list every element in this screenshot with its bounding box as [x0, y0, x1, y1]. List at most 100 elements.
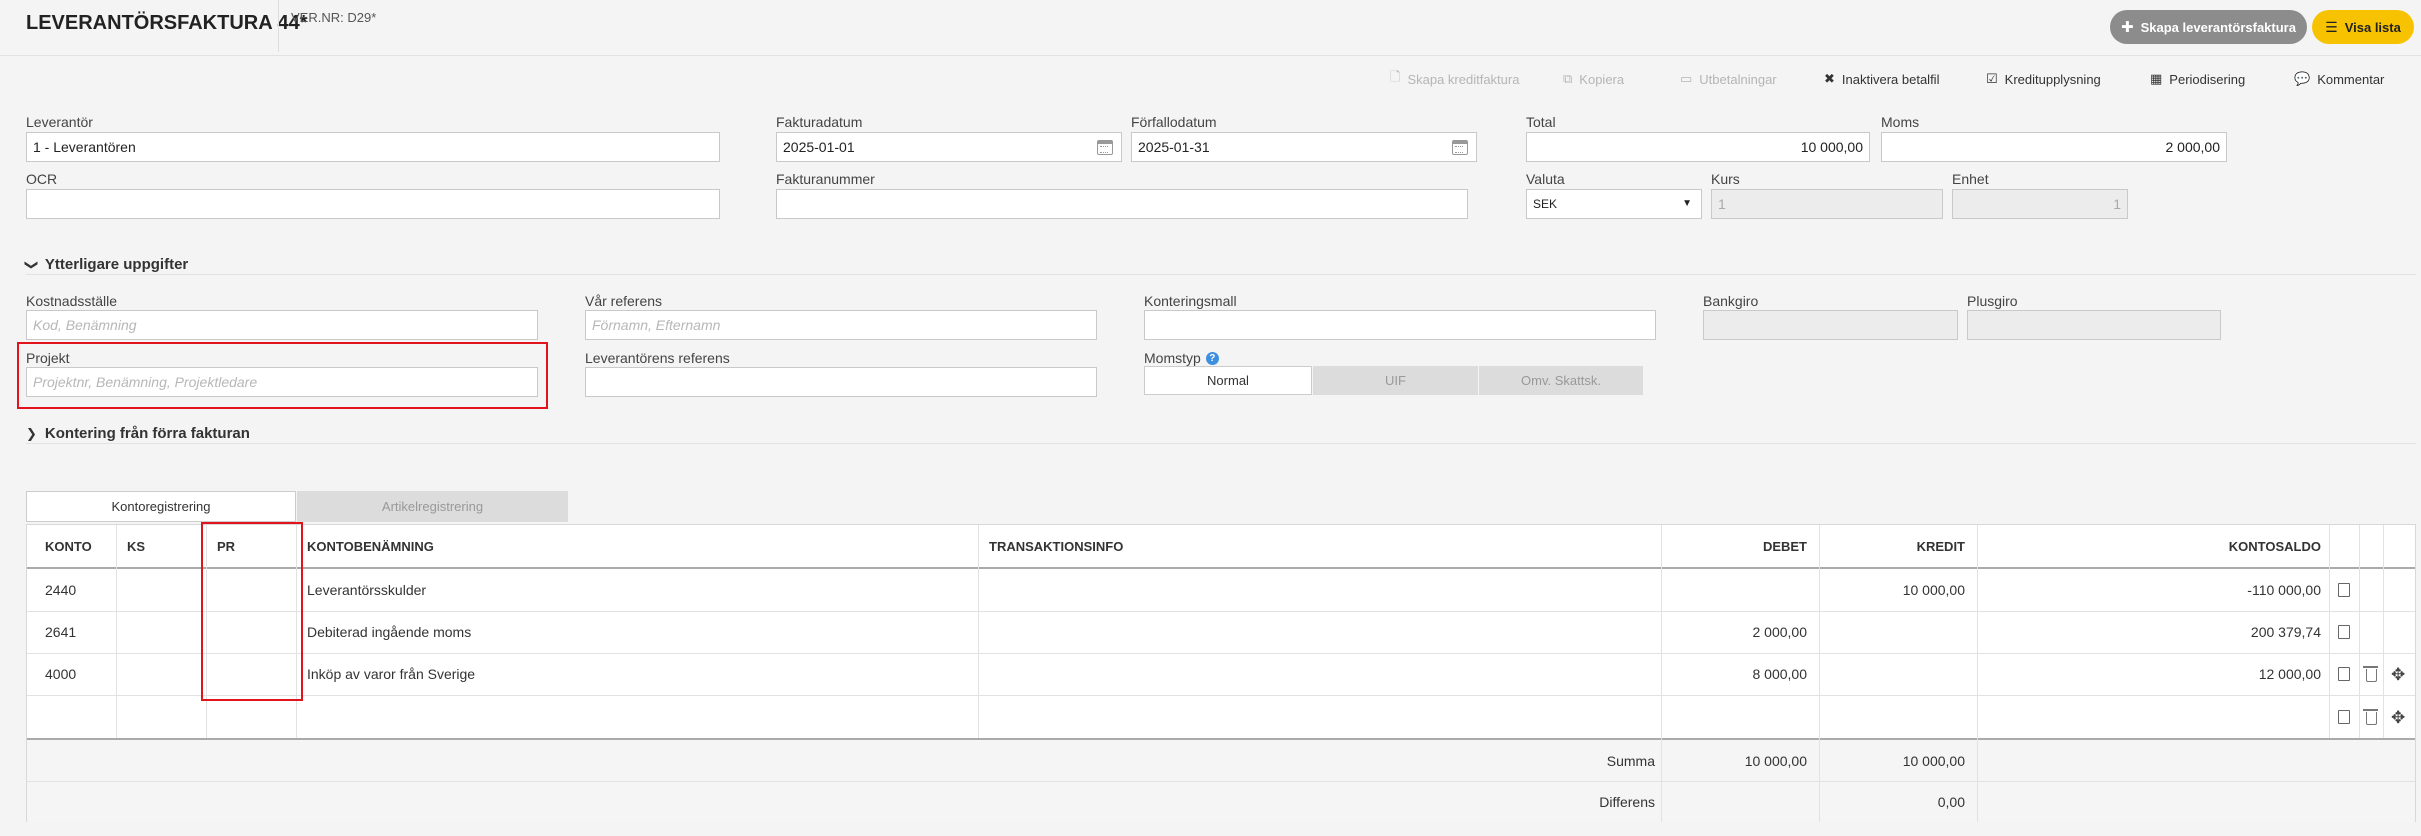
invoice-date-input[interactable]: 2025-01-01 — [776, 132, 1122, 162]
ocr-label: OCR — [26, 171, 58, 187]
list-icon: ☰ — [2325, 18, 2338, 35]
column-header-ks: KS — [127, 538, 146, 554]
cell-balance: 12 000,00 — [2258, 666, 2321, 682]
ocr-input[interactable] — [26, 189, 720, 219]
cell-konto[interactable]: 4000 — [45, 653, 76, 695]
project-label: Projekt — [26, 350, 70, 366]
template-label: Konteringsmall — [1144, 293, 1237, 309]
copy-icon: ⧉ — [1563, 71, 1573, 86]
header-divider — [278, 0, 279, 52]
total-label: Total — [1526, 114, 1556, 130]
section-divider — [26, 274, 2416, 275]
supplier-reference-label: Leverantörens referens — [585, 350, 730, 366]
calendar-icon[interactable] — [1097, 140, 1113, 155]
rate-input: 1 — [1711, 189, 1943, 219]
document-icon[interactable] — [2338, 667, 2350, 681]
sum-credit: 10 000,00 — [1902, 752, 1965, 769]
accounting-table: KONTO KS PR KONTOBENÄMNING TRANSAKTIONSI… — [26, 524, 2416, 822]
total-input[interactable]: 10 000,00 — [1526, 132, 1870, 162]
calendar-icon[interactable] — [1452, 140, 1468, 155]
show-list-button[interactable]: ☰ Visa lista — [2312, 10, 2414, 44]
cell-debit[interactable]: 2 000,00 — [1667, 611, 1808, 653]
sum-debit: 10 000,00 — [1744, 752, 1807, 769]
chevron-down-icon: ❯ — [24, 259, 40, 270]
plus-icon: ✚ — [2121, 19, 2134, 36]
cell-debit[interactable]: 8 000,00 — [1667, 653, 1808, 695]
column-header-balance: KONTOSALDO — [2228, 538, 2321, 554]
sum-label: Summa — [1606, 752, 1655, 769]
due-date-input[interactable]: 2025-01-31 — [1131, 132, 1477, 162]
cell-account-name[interactable]: Inköp av varor från Sverige — [307, 653, 475, 695]
supplier-reference-input[interactable] — [585, 367, 1097, 397]
comment-icon: 💬 — [2294, 71, 2311, 86]
currency-select[interactable]: SEK ▼ — [1526, 189, 1702, 219]
header-divider-line — [0, 55, 2421, 56]
payment-icon: ▭ — [1680, 71, 1693, 86]
supplier-input[interactable]: 1 - Leverantören — [26, 132, 720, 162]
vat-type-normal[interactable]: Normal — [1144, 366, 1312, 395]
cell-konto[interactable]: 2440 — [45, 569, 76, 611]
help-icon[interactable]: ? — [1205, 351, 1219, 365]
column-header-credit: KREDIT — [1916, 538, 1965, 554]
column-header-konto: KONTO — [45, 538, 92, 554]
column-header-transaction-info: TRANSAKTIONSINFO — [989, 538, 1124, 554]
cost-center-input[interactable]: Kod, Benämning — [26, 310, 538, 340]
move-icon[interactable]: ✥ — [2391, 666, 2405, 683]
unit-input: 1 — [1952, 189, 2128, 219]
column-header-account-name: KONTOBENÄMNING — [307, 538, 434, 554]
create-credit-invoice-button[interactable]: 🗋 Skapa kreditfaktura — [1390, 69, 1519, 88]
invoice-number-input[interactable] — [776, 189, 1468, 219]
invoice-date-label: Fakturadatum — [776, 114, 863, 130]
tab-account-registration[interactable]: Kontoregistrering — [26, 491, 296, 522]
move-icon[interactable]: ✥ — [2391, 709, 2405, 726]
calendar-icon: ▦ — [2150, 71, 2163, 86]
close-icon: ✖ — [1824, 71, 1835, 86]
bankgiro-label: Bankgiro — [1703, 293, 1759, 309]
extra-section-toggle[interactable]: ❯ Ytterligare uppgifter — [24, 256, 188, 273]
vat-input[interactable]: 2 000,00 — [1881, 132, 2227, 162]
due-date-label: Förfallodatum — [1131, 114, 1217, 130]
copy-button[interactable]: ⧉ Kopiera — [1563, 70, 1624, 88]
difference-value: 0,00 — [1937, 794, 1965, 810]
periodize-button[interactable]: ▦ Periodisering — [2150, 70, 2245, 88]
tab-article-registration[interactable]: Artikelregistrering — [297, 491, 568, 522]
document-icon[interactable] — [2338, 710, 2350, 724]
cell-balance: 200 379,74 — [2250, 624, 2321, 640]
cost-center-label: Kostnadsställe — [26, 293, 118, 309]
our-reference-input[interactable]: Förnamn, Efternamn — [585, 310, 1097, 340]
unit-label: Enhet — [1952, 171, 1989, 187]
vat-type-reverse[interactable]: Omv. Skattsk. — [1479, 366, 1643, 395]
trash-icon[interactable] — [2363, 666, 2378, 682]
plusgiro-label: Plusgiro — [1967, 293, 2018, 309]
vat-type-label: Momstyp? — [1144, 350, 1219, 366]
cell-account-name[interactable]: Debiterad ingående moms — [307, 611, 471, 653]
column-header-debit: DEBET — [1762, 538, 1807, 554]
previous-invoice-section-toggle[interactable]: ❯ Kontering från förra fakturan — [26, 425, 250, 442]
vat-type-uif[interactable]: UIF — [1313, 366, 1478, 395]
payments-button[interactable]: ▭ Utbetalningar — [1680, 70, 1777, 88]
comment-button[interactable]: 💬 Kommentar — [2294, 70, 2384, 88]
vat-label: Moms — [1881, 114, 1920, 130]
project-input[interactable]: Projektnr, Benämning, Projektledare — [26, 367, 538, 397]
deactivate-payment-file-button[interactable]: ✖ Inaktivera betalfil — [1824, 70, 1939, 88]
cell-balance: -110 000,00 — [2247, 582, 2321, 598]
document-icon[interactable] — [2338, 625, 2350, 639]
document-icon: 🗋 — [1390, 69, 1401, 84]
plusgiro-input — [1967, 310, 2221, 340]
difference-label: Differens — [1599, 794, 1655, 810]
cell-konto[interactable]: 2641 — [45, 611, 76, 653]
cell-credit[interactable]: 10 000,00 — [1827, 569, 1965, 611]
create-supplier-invoice-button[interactable]: ✚ Skapa leverantörsfaktura — [2110, 10, 2307, 44]
checkbox-icon: ☑ — [1986, 71, 1998, 86]
bankgiro-input — [1703, 310, 1958, 340]
document-icon[interactable] — [2338, 583, 2350, 597]
caret-down-icon: ▼ — [1682, 198, 1692, 209]
cell-account-name[interactable]: Leverantörsskulder — [307, 569, 426, 611]
page-title: LEVERANTÖRSFAKTURA 44* — [26, 12, 308, 34]
template-input[interactable] — [1144, 310, 1656, 340]
table-row-empty[interactable] — [27, 696, 2327, 738]
trash-icon[interactable] — [2363, 709, 2378, 725]
rate-label: Kurs — [1711, 171, 1740, 187]
pr-column-highlight-box — [201, 522, 303, 701]
credit-info-button[interactable]: ☑ Kreditupplysning — [1986, 70, 2101, 88]
